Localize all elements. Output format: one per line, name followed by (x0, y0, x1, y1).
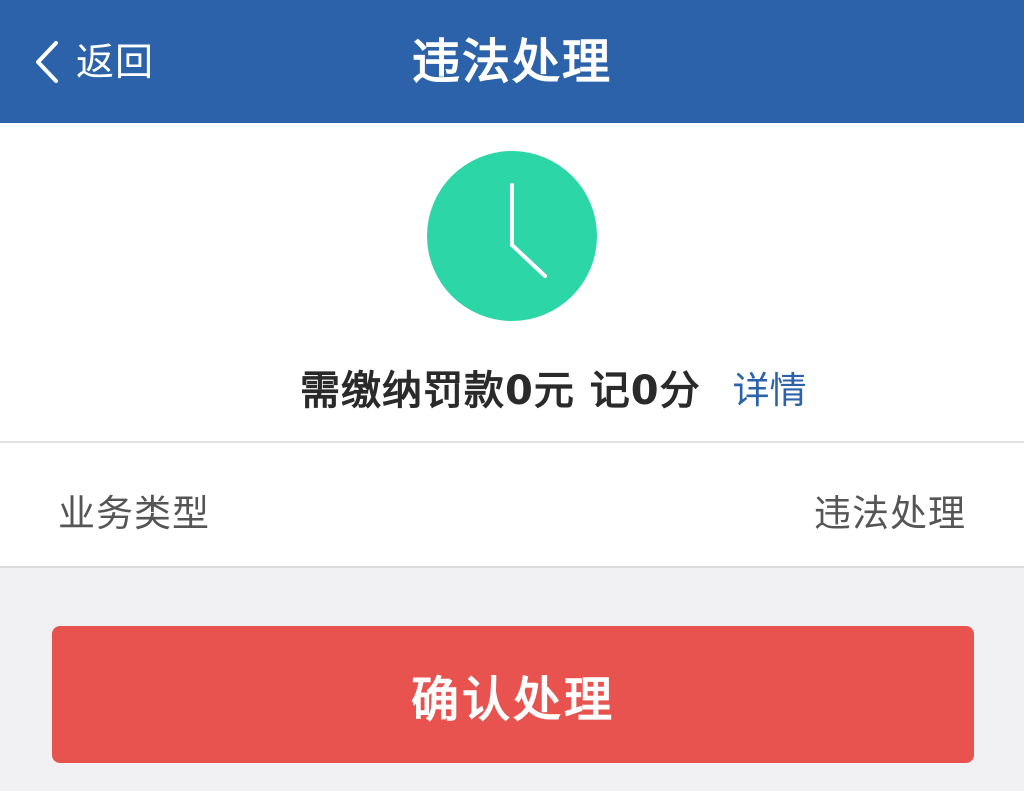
divider (0, 566, 1024, 568)
fine-info: 需缴纳罚款0元 记0分 详情 (300, 359, 807, 415)
fine-amount-text: 需缴纳罚款0元 记0分 (300, 368, 701, 414)
business-type-label: 业务类型 (58, 492, 210, 535)
details-link[interactable]: 详情 (733, 360, 807, 414)
penalty-summary: 需缴纳罚款0元 记0分 详情 (0, 123, 1024, 441)
top-bar: 返回 违法处理 (0, 0, 1024, 123)
page-title: 违法处理 (411, 34, 612, 90)
business-type-value: 违法处理 (814, 492, 966, 535)
business-type-row: 业务类型 违法处理 (0, 443, 1024, 566)
confirm-button[interactable]: 确认处理 (52, 626, 974, 763)
clock-icon (427, 151, 597, 321)
